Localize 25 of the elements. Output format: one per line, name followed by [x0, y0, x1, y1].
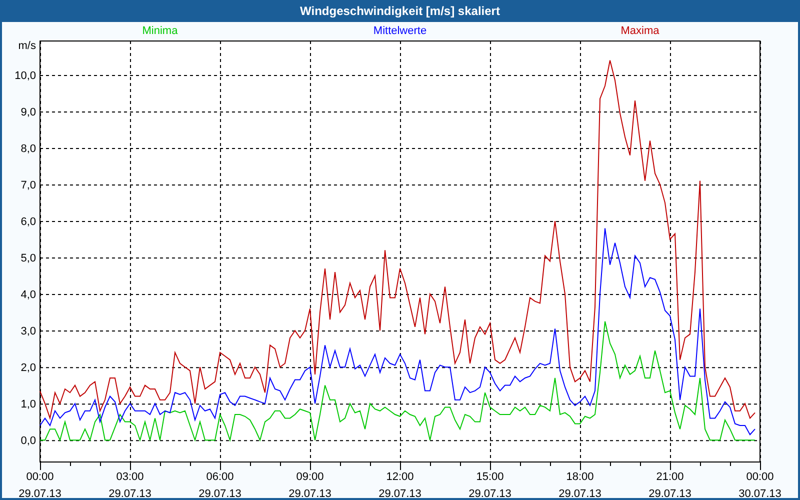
- x-tick-label: 12:00 29.07.13: [378, 471, 422, 498]
- y-axis-unit: m/s: [18, 40, 36, 52]
- y-tick-label: 10,0: [14, 70, 36, 82]
- y-tick-label: 3,0: [20, 326, 36, 338]
- legend-label: Maxima: [620, 25, 660, 37]
- y-tick-label: 5,0: [20, 252, 36, 265]
- legend-label: Mittelwerte: [373, 25, 427, 37]
- x-tick-label: 00:00 29.07.13: [18, 471, 62, 498]
- x-tick-label: 15:00 29.07.13: [468, 471, 512, 498]
- y-tick-label: 6,0: [20, 216, 36, 228]
- x-tick-label: 18:00 29.07.13: [558, 471, 602, 498]
- y-tick-label: 7,0: [20, 180, 36, 192]
- x-tick-label: 00:00 30.07.13: [738, 471, 782, 498]
- x-tick-label: 06:00 29.07.13: [198, 471, 242, 498]
- legend-label: Minima: [142, 25, 178, 37]
- x-tick-label: 21:00 29.07.13: [648, 471, 692, 498]
- y-tick-label: 4,0: [20, 289, 36, 302]
- y-tick-label: 8,0: [20, 142, 36, 155]
- y-tick-label: 0,0: [20, 435, 36, 448]
- window-title: Windgeschwindigkeit [m/s] skaliert: [300, 4, 500, 18]
- x-tick-label: 03:00 29.07.13: [108, 471, 152, 498]
- y-tick-label: 9,0: [20, 106, 36, 118]
- y-tick-label: 1,0: [20, 398, 36, 411]
- x-tick-label: 09:00 29.07.13: [288, 471, 332, 498]
- y-tick-label: 2,0: [20, 362, 36, 374]
